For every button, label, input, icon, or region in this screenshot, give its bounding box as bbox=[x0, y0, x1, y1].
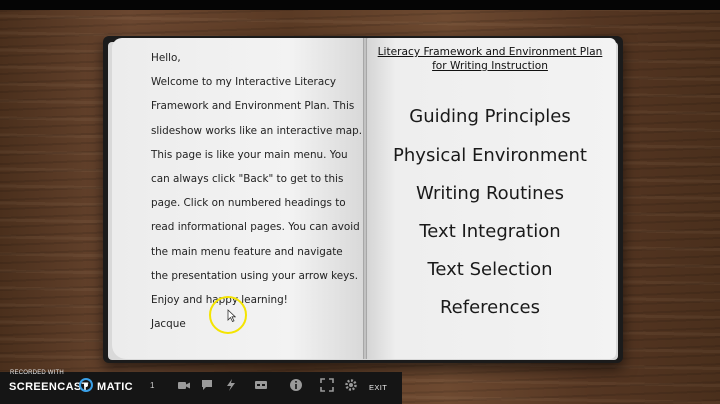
exit-button[interactable]: EXIT bbox=[369, 383, 387, 392]
welcome-line: page. Click on numbered headings to bbox=[151, 197, 346, 210]
welcome-line: the presentation using your arrow keys. bbox=[151, 269, 359, 282]
menu-link-physical-environment[interactable]: Physical Environment bbox=[370, 145, 610, 166]
webcam-icon[interactable] bbox=[177, 378, 191, 392]
comment-icon[interactable] bbox=[200, 378, 214, 392]
caption-icon[interactable] bbox=[254, 378, 268, 392]
recorder-brand: SCREENCAST bbox=[9, 381, 89, 393]
settings-icon[interactable] bbox=[344, 378, 358, 392]
screencast-logo-icon bbox=[79, 378, 93, 392]
menu-link-guiding-principles[interactable]: Guiding Principles bbox=[370, 106, 610, 127]
mouse-pointer-icon bbox=[227, 309, 237, 327]
menu-link-text-selection[interactable]: Text Selection bbox=[370, 259, 610, 280]
fullscreen-icon[interactable] bbox=[320, 378, 334, 392]
info-icon[interactable] bbox=[289, 378, 303, 392]
signature: Jacque bbox=[151, 318, 186, 331]
slide-counter: 1 bbox=[150, 381, 155, 390]
menu-link-text-integration[interactable]: Text Integration bbox=[370, 221, 610, 242]
welcome-line: Hello, bbox=[151, 52, 181, 64]
welcome-line: Welcome to my Interactive Literacy bbox=[151, 76, 337, 89]
welcome-line: Framework and Environment Plan. This bbox=[151, 100, 355, 113]
plan-subtitle: for Writing Instruction bbox=[432, 60, 548, 72]
welcome-line: slideshow works like an interactive map. bbox=[151, 124, 363, 137]
draw-icon[interactable] bbox=[224, 378, 238, 392]
recorder-brand-suffix: MATIC bbox=[97, 381, 134, 393]
welcome-line: This page is like your main menu. You bbox=[151, 148, 348, 161]
slideshow-viewer: Hello, Welcome to my Interactive Literac… bbox=[0, 0, 720, 404]
top-bar bbox=[0, 0, 720, 10]
notebook-spine bbox=[363, 38, 367, 359]
recorder-label: RECORDED WITH bbox=[10, 370, 64, 376]
welcome-line: read informational pages. You can avoid bbox=[151, 221, 360, 234]
welcome-line: can always click "Back" to get to this bbox=[151, 172, 344, 185]
welcome-text: Hello, Welcome to my Interactive Literac… bbox=[151, 48, 363, 338]
welcome-line: Enjoy and happy learning! bbox=[151, 293, 288, 306]
plan-title: Literacy Framework and Environment Plan bbox=[377, 46, 603, 58]
welcome-line: the main menu feature and navigate bbox=[151, 245, 343, 258]
menu-link-writing-routines[interactable]: Writing Routines bbox=[370, 183, 610, 204]
menu-link-references[interactable]: References bbox=[370, 297, 610, 318]
